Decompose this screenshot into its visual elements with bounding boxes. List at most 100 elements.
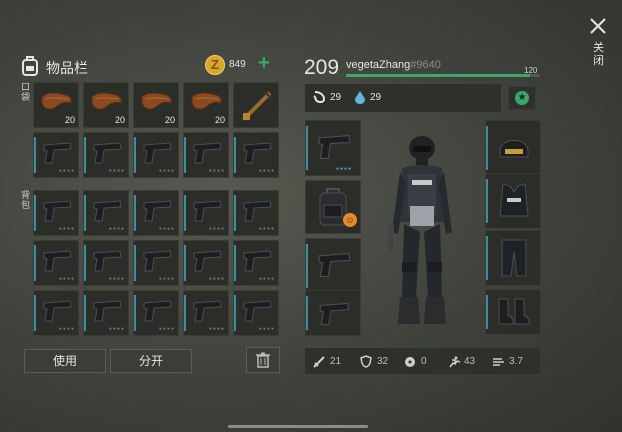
pistol-icon — [93, 200, 122, 222]
durability-dots: ●●●● — [108, 326, 125, 332]
leather-icon — [91, 92, 122, 110]
durability-dots: ●●●● — [208, 326, 225, 332]
backpack-icon — [20, 54, 40, 76]
vest-slot[interactable] — [485, 173, 541, 229]
durability-dots: ●●●● — [158, 276, 175, 282]
pistol-icon — [93, 250, 122, 272]
coin-count: 849 — [229, 59, 246, 70]
pistol-icon — [319, 302, 350, 326]
pistol-icon — [43, 200, 72, 222]
favorite-button[interactable]: ★ — [508, 86, 536, 110]
backpack-slot[interactable]: ●●●● — [33, 190, 79, 236]
run-icon — [447, 355, 461, 373]
stat-value: 0 — [421, 356, 427, 367]
pocket-slot[interactable]: ●●●● — [133, 132, 179, 178]
pistol-icon — [243, 200, 272, 222]
leather-icon — [41, 92, 72, 110]
pocket-slot[interactable]: ●●●● — [33, 132, 79, 178]
pistol-icon — [193, 142, 222, 164]
sidearm-slot[interactable] — [305, 238, 361, 294]
trash-button[interactable] — [246, 347, 280, 373]
pistol-icon — [318, 252, 351, 277]
pistol-icon — [143, 300, 172, 322]
backpack-slot[interactable]: ●●●● — [183, 240, 229, 286]
add-coins-button[interactable]: + — [258, 52, 270, 75]
stat-value: 32 — [377, 356, 389, 367]
crossbow-icon — [242, 90, 273, 121]
durability-dots: ●●●● — [58, 276, 75, 282]
pocket-slot[interactable]: 20 — [83, 82, 129, 128]
food-value: 29 — [330, 92, 342, 103]
close-label[interactable]: 关闭 — [593, 42, 605, 68]
pistol-icon — [193, 300, 222, 322]
pocket-slot[interactable]: 20 — [183, 82, 229, 128]
split-button[interactable]: 分开 — [110, 349, 192, 373]
stat-value: 3.7 — [509, 356, 523, 367]
radiation-icon — [404, 355, 416, 373]
pocket-slot[interactable]: ●●●● — [183, 132, 229, 178]
sword-icon — [313, 355, 325, 373]
backpack-slot[interactable]: ●●●● — [133, 190, 179, 236]
pistol-icon — [243, 300, 272, 322]
backpack-slot[interactable]: ☺ — [305, 180, 361, 234]
pistol-icon — [318, 134, 351, 159]
pocket-slot[interactable] — [233, 82, 279, 128]
helmet-slot[interactable] — [485, 120, 541, 176]
wind-icon — [492, 355, 506, 373]
durability-dots: ●●●● — [258, 226, 275, 232]
melee-slot[interactable] — [305, 290, 361, 336]
use-button[interactable]: 使用 — [24, 349, 106, 373]
close-icon — [590, 18, 606, 34]
pocket-label: 口袋 — [21, 82, 31, 102]
durability-dots: ●●●● — [58, 226, 75, 232]
pistol-icon — [43, 300, 72, 322]
backpack-slot[interactable]: ●●●● — [183, 290, 229, 336]
pistol-icon — [143, 250, 172, 272]
backpack-slot[interactable]: ●●●● — [233, 240, 279, 286]
xp-bar-fill — [346, 74, 531, 77]
backpack-slot[interactable]: ●●●● — [83, 240, 129, 286]
backpack-slot[interactable]: ●●●● — [33, 290, 79, 336]
trash-icon — [256, 352, 270, 368]
close-button[interactable] — [588, 16, 610, 38]
durability-dots: ●●●● — [208, 168, 225, 174]
stat-value: 43 — [464, 356, 476, 367]
boots-slot[interactable] — [485, 289, 541, 335]
backpack-slot[interactable]: ●●●● — [33, 240, 79, 286]
pistol-icon — [193, 250, 222, 272]
backpack-slot[interactable]: ●●●● — [183, 190, 229, 236]
backpack-slot[interactable]: ●●●● — [233, 190, 279, 236]
water-drop-icon — [354, 90, 366, 109]
pocket-slot[interactable]: 20 — [133, 82, 179, 128]
durability-dots: ●●●● — [108, 276, 125, 282]
backpack-slot[interactable]: ●●●● — [83, 290, 129, 336]
backpack-slot[interactable]: ●●●● — [133, 290, 179, 336]
scroll-indicator — [228, 425, 368, 428]
leather-icon — [191, 92, 222, 110]
weapon-slot[interactable]: ●●●● — [305, 120, 361, 176]
pocket-slot[interactable]: 20 — [33, 82, 79, 128]
item-quantity: 20 — [64, 115, 75, 125]
backpack-slot[interactable]: ●●●● — [83, 190, 129, 236]
backpack-slot[interactable]: ●●●● — [133, 240, 179, 286]
player-name: vegetaZhang#9640 — [346, 59, 441, 71]
shield-icon — [360, 355, 372, 373]
backpack-slot[interactable]: ●●●● — [233, 290, 279, 336]
leather-icon — [141, 92, 172, 110]
star-icon: ★ — [515, 91, 529, 105]
pants-slot[interactable] — [485, 230, 541, 286]
pistol-icon — [243, 142, 272, 164]
pocket-slot[interactable]: ●●●● — [83, 132, 129, 178]
coin-icon: Z — [205, 55, 225, 75]
pistol-icon — [93, 300, 122, 322]
item-quantity: 20 — [214, 115, 225, 125]
durability-dots: ●●●● — [158, 226, 175, 232]
inventory-title: 物品栏 — [46, 60, 88, 76]
player-tag: #9640 — [410, 59, 441, 71]
item-quantity: 20 — [114, 115, 125, 125]
durability-dots: ●●●● — [58, 326, 75, 332]
pocket-slot[interactable]: ●●●● — [233, 132, 279, 178]
pants-icon — [501, 239, 527, 277]
durability-dots: ●●●● — [108, 226, 125, 232]
durability-dots: ●●●● — [208, 276, 225, 282]
